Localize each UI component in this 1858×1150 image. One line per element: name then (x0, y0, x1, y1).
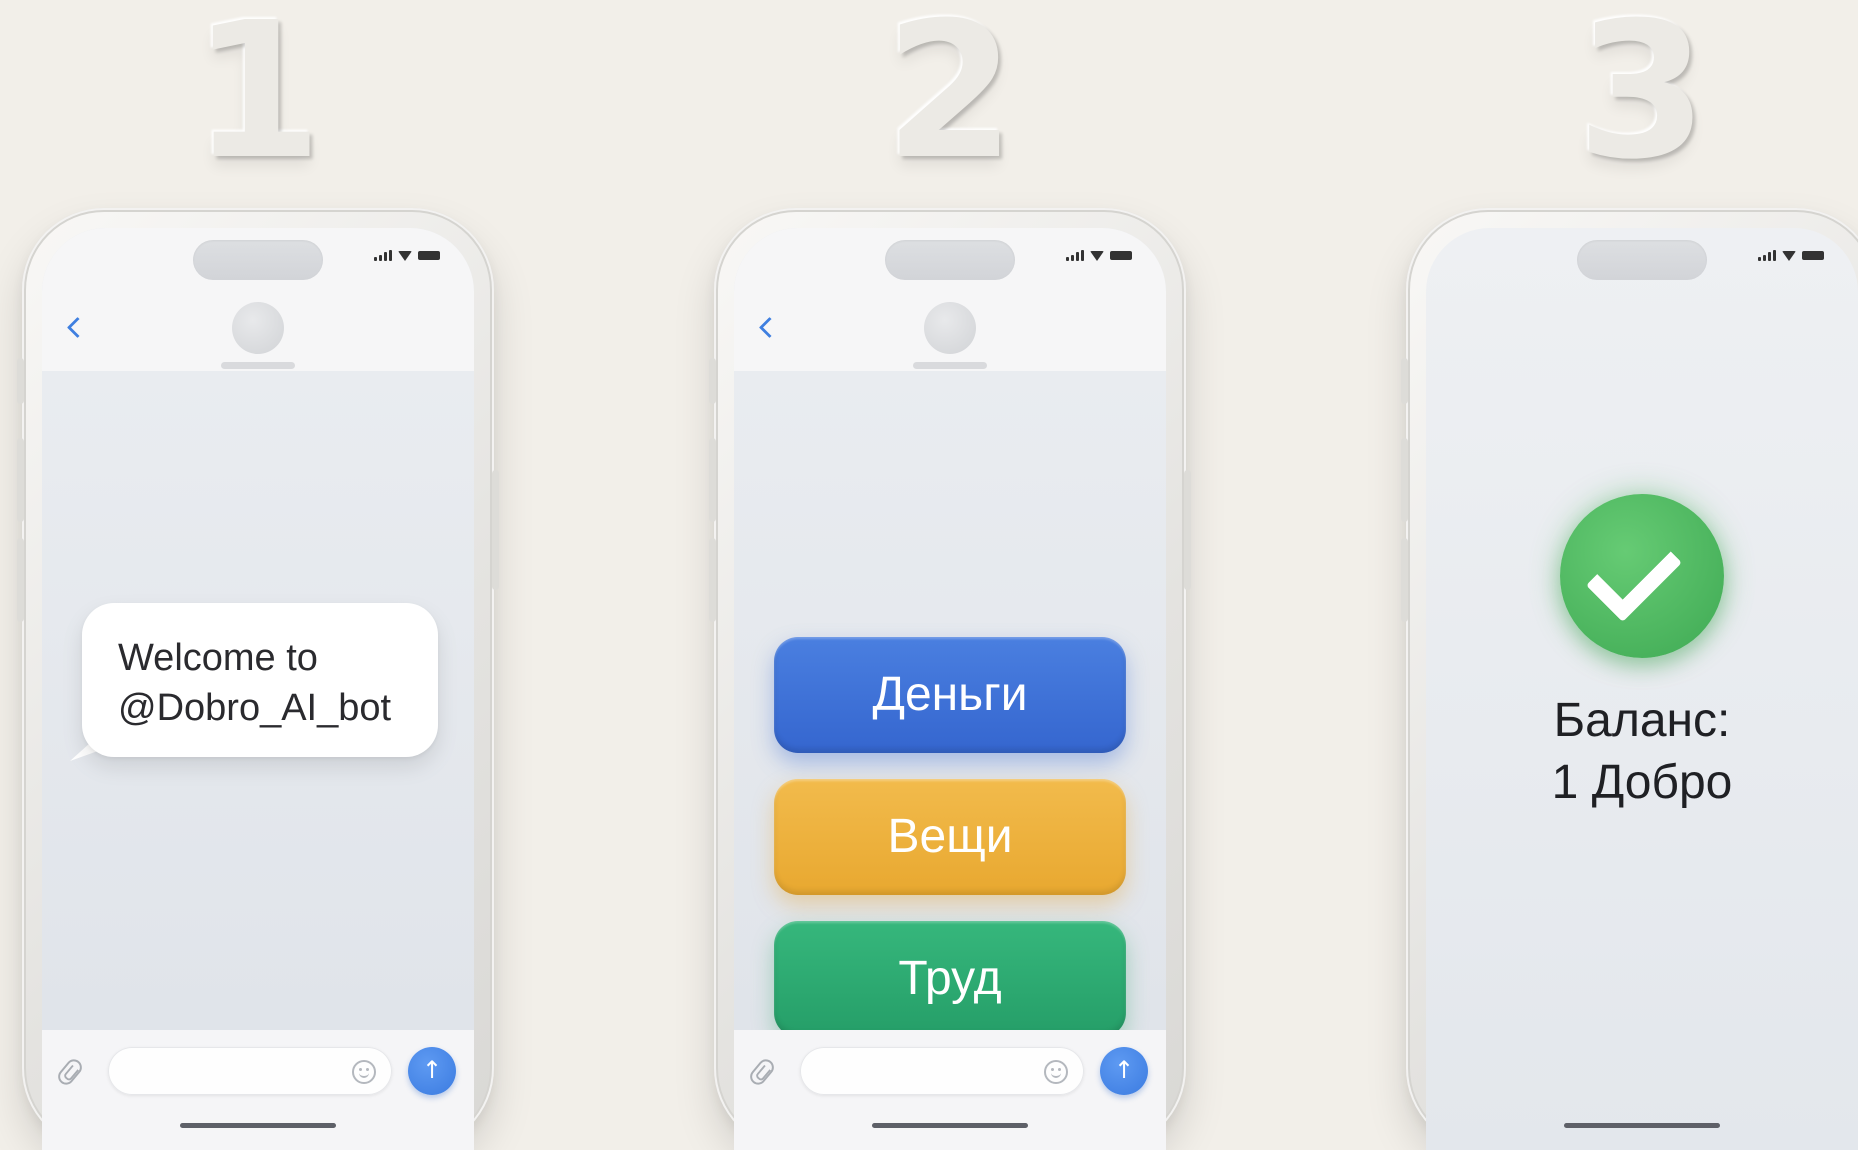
home-indicator (180, 1123, 336, 1128)
phone-side-button (17, 538, 24, 622)
avatar[interactable] (232, 302, 284, 354)
status-bar-icons (374, 250, 440, 261)
step-number-3: 3 (1576, 0, 1708, 201)
welcome-line-1: Welcome to (118, 637, 318, 679)
home-indicator (872, 1123, 1028, 1128)
wifi-icon (1782, 251, 1796, 261)
contact-name-placeholder (221, 362, 295, 369)
step-number-2: 2 (884, 0, 1016, 201)
signal-icon (1066, 250, 1084, 261)
phone-step-1: Welcome to @Dobro_AI_bot ↑ (17, 208, 499, 1150)
paperclip-icon[interactable] (746, 1056, 778, 1088)
avatar[interactable] (924, 302, 976, 354)
phone-side-button (17, 358, 24, 404)
smiley-icon[interactable] (1044, 1060, 1068, 1084)
dynamic-island (1577, 240, 1707, 280)
phone-side-button (1184, 470, 1191, 590)
balance-value: 1 Добро (1551, 756, 1733, 809)
phone-side-button (492, 470, 499, 590)
money-option-button[interactable]: Деньги (774, 637, 1126, 753)
phone-screen: Деньги Вещи Труд ↑ (734, 228, 1166, 1150)
phone-step-3: Баланс: 1 Добро (1401, 208, 1858, 1150)
wifi-icon (398, 251, 412, 261)
chat-area: Деньги Вещи Труд (734, 371, 1166, 1037)
signal-icon (1758, 250, 1776, 261)
chat-area: Welcome to @Dobro_AI_bot (42, 371, 474, 1030)
message-input-bar: ↑ (734, 1030, 1166, 1150)
contact-name-placeholder (913, 362, 987, 369)
paperclip-icon[interactable] (54, 1056, 86, 1088)
labor-option-button[interactable]: Труд (774, 921, 1126, 1037)
status-bar-icons (1758, 250, 1824, 261)
send-button[interactable]: ↑ (1100, 1047, 1148, 1095)
status-bar-icons (1066, 250, 1132, 261)
welcome-message-bubble: Welcome to @Dobro_AI_bot (82, 603, 438, 757)
signal-icon (374, 250, 392, 261)
balance-label: Баланс: (1553, 694, 1731, 747)
smiley-icon[interactable] (352, 1060, 376, 1084)
send-button[interactable]: ↑ (408, 1047, 456, 1095)
dynamic-island (885, 240, 1015, 280)
dynamic-island (193, 240, 323, 280)
phone-side-button (17, 438, 24, 522)
checkmark-icon (1560, 494, 1724, 658)
phone-side-button (1401, 358, 1408, 404)
things-option-button[interactable]: Вещи (774, 779, 1126, 895)
chevron-left-icon[interactable] (758, 316, 781, 339)
wifi-icon (1090, 251, 1104, 261)
battery-icon (418, 251, 440, 260)
battery-icon (1802, 251, 1824, 260)
home-indicator (1564, 1123, 1720, 1128)
phone-screen: Баланс: 1 Добро (1426, 228, 1858, 1150)
welcome-line-2: @Dobro_AI_bot (118, 687, 392, 729)
message-input[interactable] (108, 1047, 392, 1095)
step-number-1: 1 (191, 0, 323, 201)
phone-side-button (709, 438, 716, 522)
phone-side-button (709, 538, 716, 622)
phone-side-button (1401, 538, 1408, 622)
balance-display: Баланс: 1 Добро (1426, 690, 1858, 814)
phone-screen: Welcome to @Dobro_AI_bot ↑ (42, 228, 474, 1150)
message-input[interactable] (800, 1047, 1084, 1095)
chevron-left-icon[interactable] (66, 316, 89, 339)
battery-icon (1110, 251, 1132, 260)
message-input-bar: ↑ (42, 1030, 474, 1150)
phone-side-button (709, 358, 716, 404)
phone-step-2: Деньги Вещи Труд ↑ (709, 208, 1191, 1150)
phone-side-button (1401, 438, 1408, 522)
